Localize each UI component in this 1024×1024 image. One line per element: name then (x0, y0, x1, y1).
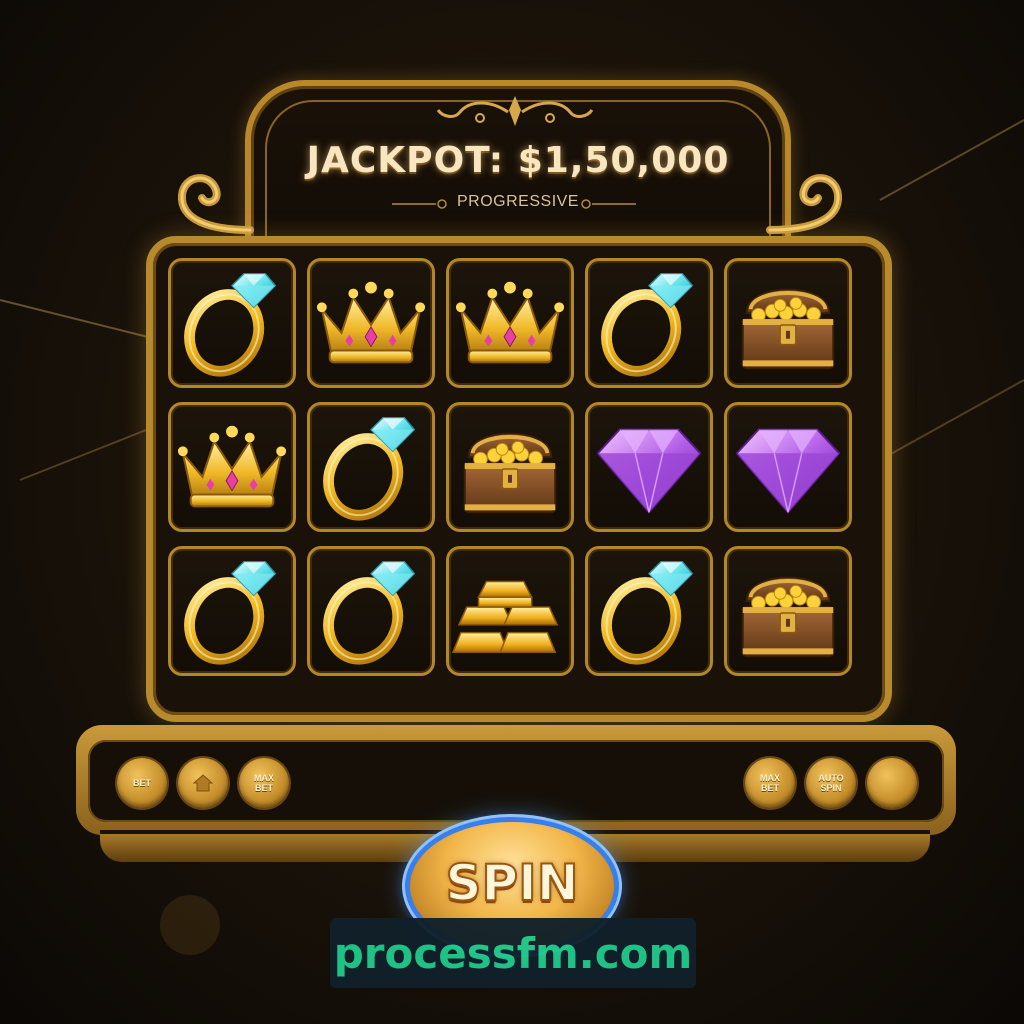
reel-cell (168, 258, 296, 388)
reel-cell (168, 402, 296, 532)
watermark-text: processfm.com (333, 928, 693, 978)
auto-spin-button[interactable]: AUTO SPIN (806, 758, 856, 808)
diamond-ring-icon (323, 417, 416, 521)
reel-grid (168, 258, 858, 690)
jackpot-amount: JACKPOT: $1,50,000 (306, 140, 730, 181)
reel-cell (307, 258, 435, 388)
home-icon (192, 774, 214, 792)
purple-gem-icon (735, 428, 841, 514)
diamond-ring-icon (601, 273, 694, 377)
purple-gem-icon (596, 428, 702, 514)
reel-cell (446, 402, 574, 532)
blank-control-button[interactable] (867, 758, 917, 808)
diamond-ring-icon (184, 273, 277, 377)
watermark-banner: processfm.com (330, 918, 696, 988)
spin-label: SPIN (444, 853, 579, 913)
reel-cell (724, 402, 852, 532)
treasure-chest-icon (741, 288, 835, 370)
reel-cell (724, 546, 852, 676)
gold-bars-icon (451, 580, 559, 654)
gold-crown-icon (455, 281, 565, 364)
reel-cell (585, 402, 713, 532)
reel-cell (446, 546, 574, 676)
reel-cell (307, 546, 435, 676)
reel-cell (168, 546, 296, 676)
reel-cell (585, 546, 713, 676)
max-bet-button-left[interactable]: MAX BET (239, 758, 289, 808)
treasure-chest-icon (463, 432, 557, 514)
reel-cell (446, 258, 574, 388)
bet-button[interactable]: BET (117, 758, 167, 808)
treasure-chest-icon (741, 576, 835, 658)
reel-cell (585, 258, 713, 388)
diamond-ring-icon (601, 561, 694, 665)
subtitle-ornament-right-icon (581, 199, 636, 209)
crest-ornament-icon (436, 96, 594, 126)
max-bet-button-right[interactable]: MAX BET (745, 758, 795, 808)
home-button[interactable] (178, 758, 228, 808)
gold-crown-icon (316, 281, 426, 364)
diamond-ring-icon (323, 561, 416, 665)
jackpot-type-label: PROGRESSIVE (457, 193, 579, 210)
reel-cell (724, 258, 852, 388)
gold-crown-icon (177, 425, 287, 508)
reel-cell (307, 402, 435, 532)
diamond-ring-icon (184, 561, 277, 665)
